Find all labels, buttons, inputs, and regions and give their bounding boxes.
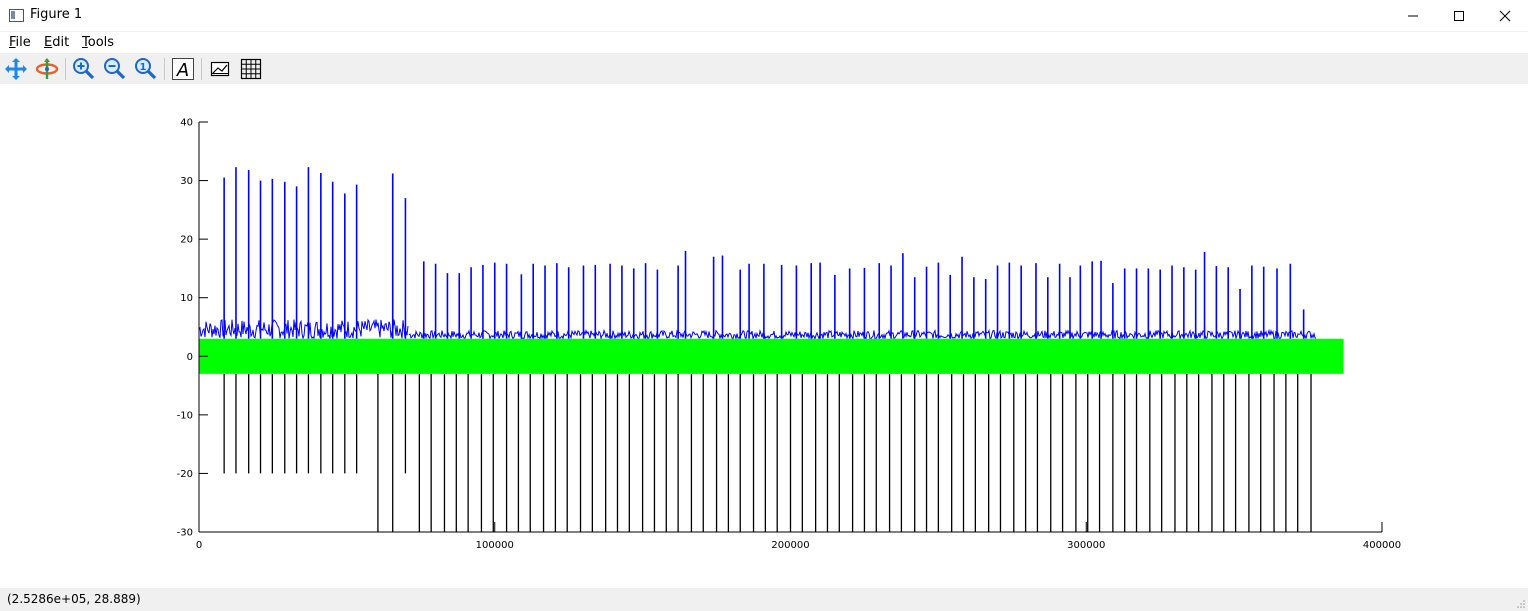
x-tick-label: 400000 <box>1363 540 1401 551</box>
cursor-coordinates: (2.5286e+05, 28.889) <box>7 592 141 606</box>
maximize-icon <box>1454 10 1464 21</box>
menu-tools[interactable]: Tools <box>82 35 114 50</box>
y-tick-label: -30 <box>177 528 193 539</box>
x-tick-label: 300000 <box>1067 540 1105 551</box>
toolbar-separator <box>201 58 202 80</box>
resize-grip-icon[interactable] <box>1517 600 1525 608</box>
status-bar: (2.5286e+05, 28.889) <box>0 588 1528 611</box>
menu-edit[interactable]: Edit <box>44 35 69 50</box>
close-icon <box>1499 10 1511 21</box>
axes-icon <box>210 61 230 77</box>
rotate-icon <box>35 58 59 79</box>
zoom-reset-icon: 1 <box>135 58 157 80</box>
menu-file[interactable]: File <box>9 35 31 50</box>
plot-canvas[interactable]: -30 -20 -10 0 10 20 30 40 0 100000 200000 300000 400… <box>0 84 1528 588</box>
window-title: Figure 1 <box>30 7 83 22</box>
insert-text-button[interactable]: A <box>170 56 196 82</box>
zoom-out-button[interactable] <box>101 56 127 82</box>
y-tick-label: 20 <box>180 235 193 246</box>
toolbar: 1 A <box>0 53 1528 84</box>
zoom-in-icon <box>73 58 95 80</box>
rotate-button[interactable] <box>34 56 60 82</box>
green-band <box>199 338 1344 374</box>
chart-svg[interactable]: -30 -20 -10 0 10 20 30 40 0 100000 200000 300000 400… <box>0 84 1528 588</box>
blue-baseline-noise <box>198 318 409 340</box>
text-icon: A <box>172 58 194 81</box>
y-tick-label: 30 <box>180 176 193 187</box>
minimize-icon <box>1408 15 1418 16</box>
svg-text:1: 1 <box>140 62 147 73</box>
y-tick-label: 10 <box>180 293 193 304</box>
x-tick-label: 0 <box>196 540 202 551</box>
pan-icon <box>5 58 27 80</box>
close-button[interactable] <box>1482 0 1528 31</box>
zoom-in-button[interactable] <box>70 56 96 82</box>
zoom-out-icon <box>104 58 126 80</box>
minimize-button[interactable] <box>1390 0 1436 31</box>
figure-window-icon <box>9 9 24 22</box>
svg-text:A: A <box>176 60 189 81</box>
x-tick-label: 200000 <box>771 540 809 551</box>
zoom-reset-button[interactable]: 1 <box>132 56 158 82</box>
grid-icon <box>240 58 262 80</box>
pan-button[interactable] <box>3 56 29 82</box>
y-tick-label: 40 <box>180 118 193 129</box>
y-tick-label: 0 <box>187 352 193 363</box>
toggle-grid-button[interactable] <box>238 56 264 82</box>
title-bar: Figure 1 <box>0 0 1528 32</box>
menu-bar: File Edit Tools <box>0 32 1528 53</box>
toolbar-separator <box>65 58 66 80</box>
y-tick-label: -20 <box>177 469 193 480</box>
x-tick-label: 100000 <box>476 540 514 551</box>
maximize-button[interactable] <box>1436 0 1482 31</box>
toggle-axes-button[interactable] <box>207 56 233 82</box>
y-tick-label: -10 <box>177 410 193 421</box>
toolbar-separator <box>164 58 165 80</box>
